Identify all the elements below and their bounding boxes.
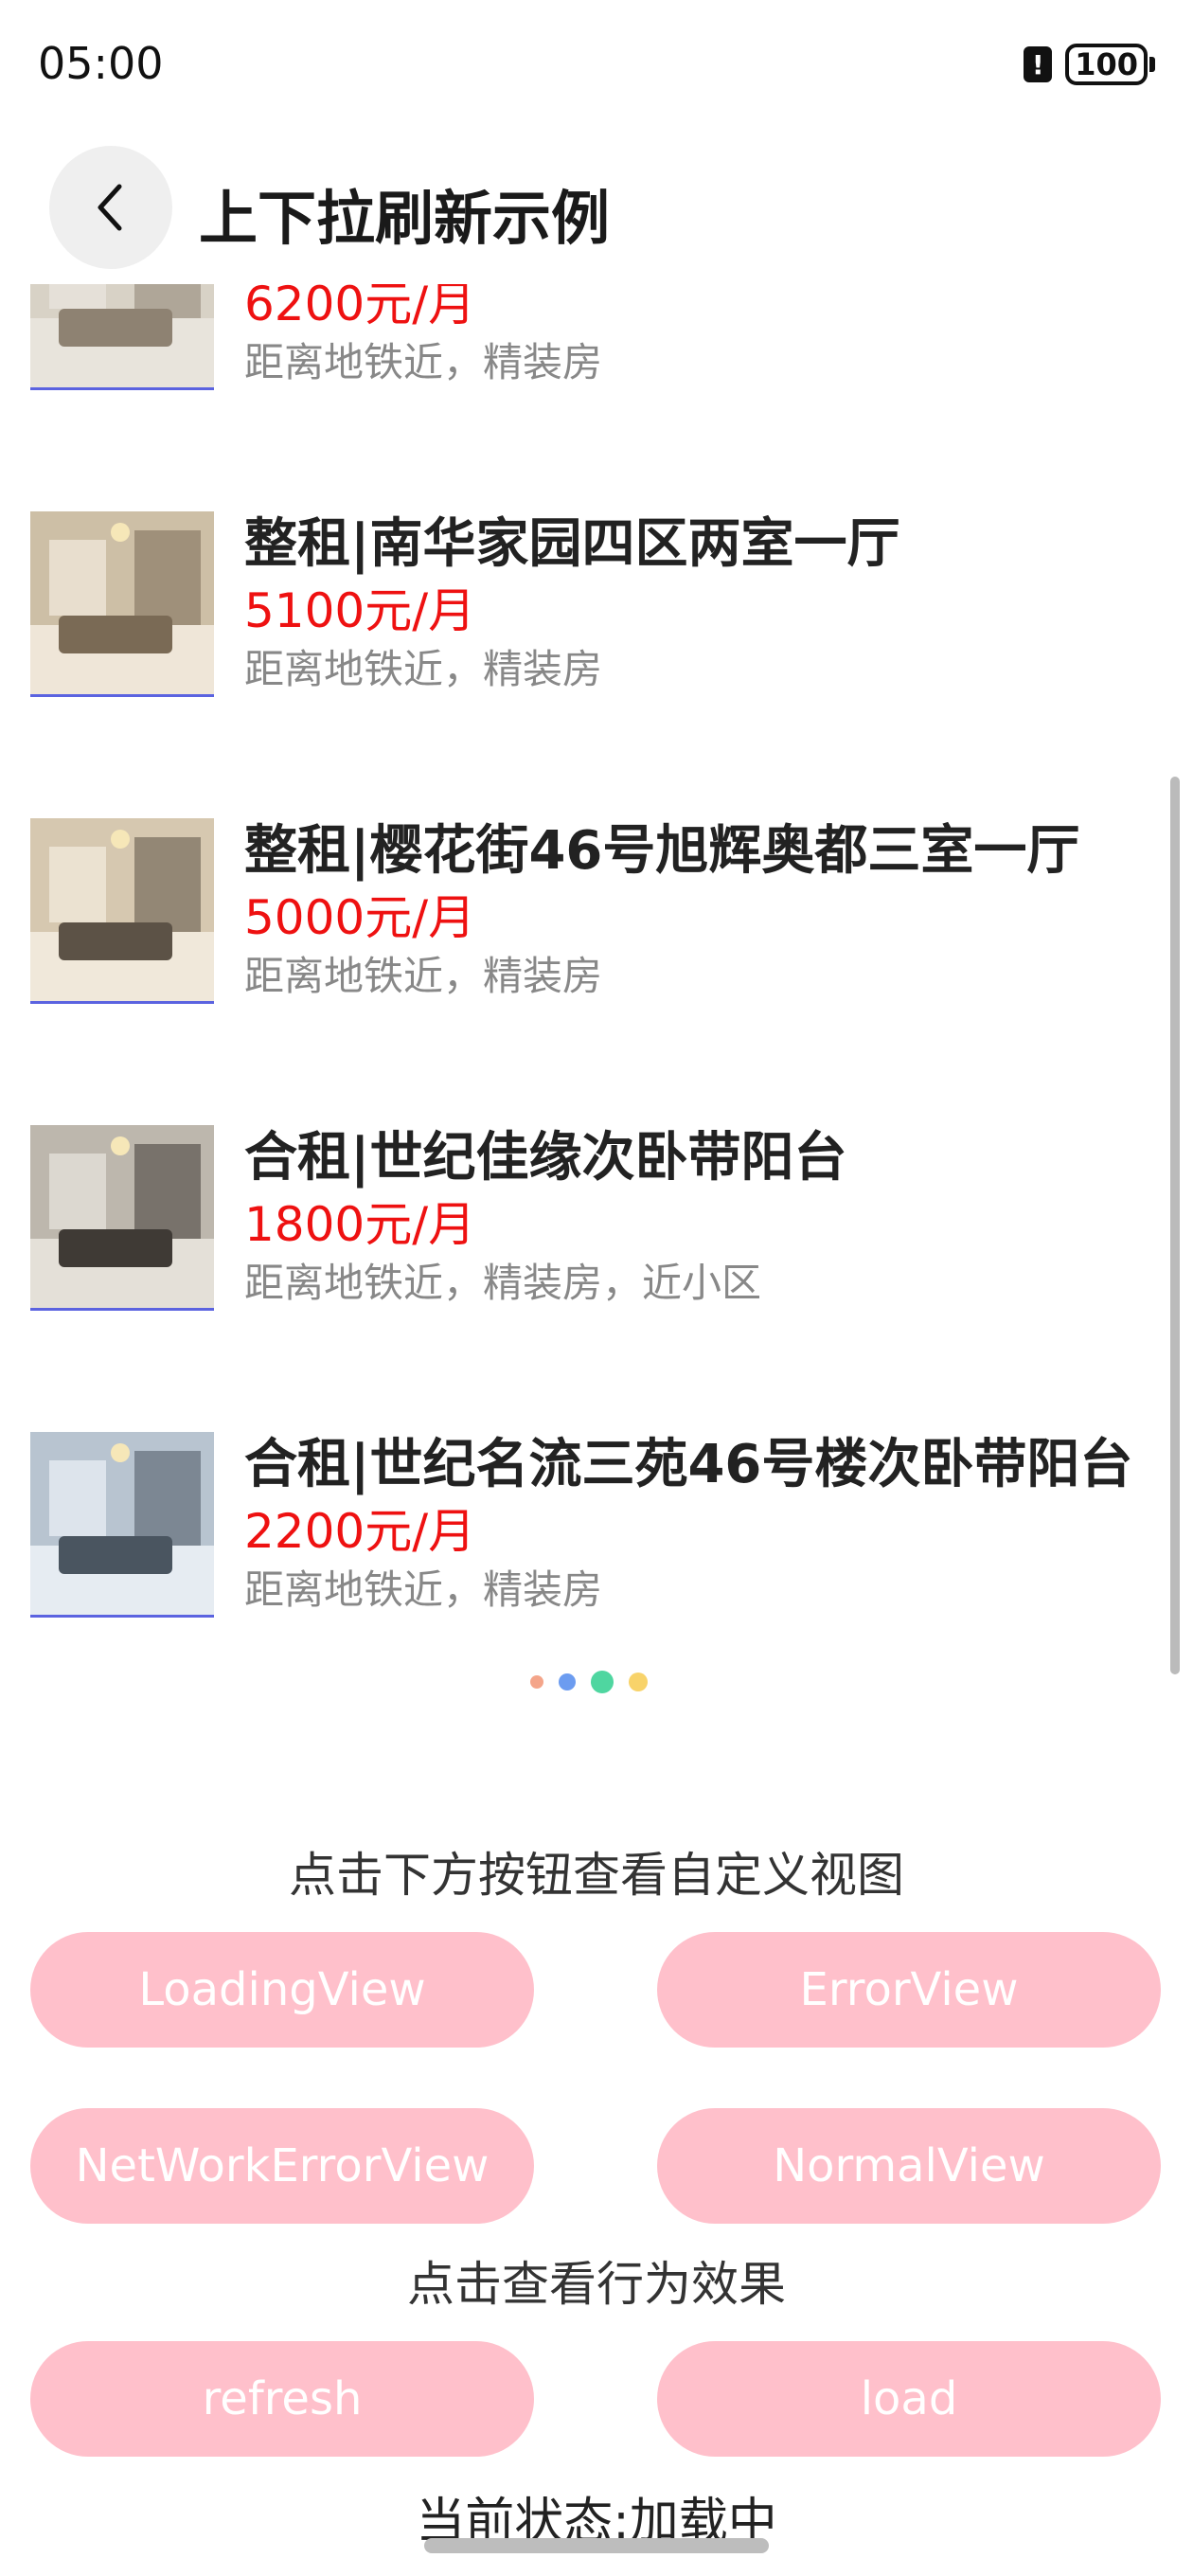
behavior-label: 点击查看行为效果 <box>407 2257 786 2312</box>
listing-price: 2200元/月 <box>244 1504 476 1559</box>
loading-indicator <box>530 1671 648 1693</box>
listing-item[interactable]: 6200元/月 距离地铁近，精装房 <box>0 284 1193 403</box>
listing-thumbnail <box>30 1432 214 1618</box>
refresh-button[interactable]: refresh <box>30 2341 534 2457</box>
alert-icon: ! <box>1024 46 1053 82</box>
custom-view-label: 点击下方按钮查看自定义视图 <box>289 1848 904 1903</box>
listing-thumbnail <box>30 511 214 697</box>
listing-item[interactable]: 整租|南华家园四区两室一厅 5100元/月 距离地铁近，精装房 <box>0 511 1193 710</box>
error-view-button[interactable]: ErrorView <box>657 1932 1161 2048</box>
listing-price: 5100元/月 <box>244 583 476 638</box>
listing-title: 整租|南华家园四区两室一厅 <box>244 513 900 575</box>
loading-dot <box>629 1673 648 1691</box>
listing-item[interactable]: 整租|樱花街46号旭辉奥都三室一厅 5000元/月 距离地铁近，精装房 <box>0 818 1193 1017</box>
listing-thumbnail <box>30 1125 214 1311</box>
battery-icon: 100 <box>1065 44 1155 85</box>
listing-title: 整租|樱花街46号旭辉奥都三室一厅 <box>244 820 1080 882</box>
status-icons: ! 100 <box>1024 44 1155 85</box>
listing-description: 距离地铁近，精装房 <box>244 339 603 385</box>
listing-price: 5000元/月 <box>244 890 476 945</box>
status-bar: 05:00 ! 100 <box>0 0 1193 133</box>
listing-description: 距离地铁近，精装房 <box>244 1566 603 1613</box>
listing-title: 合租|世纪名流三苑46号楼次卧带阳台 <box>244 1434 1133 1495</box>
status-time: 05:00 <box>38 38 164 89</box>
loading-dot <box>530 1675 543 1689</box>
load-button[interactable]: load <box>657 2341 1161 2457</box>
listing-thumbnail <box>30 818 214 1004</box>
listing-description: 距离地铁近，精装房 <box>244 953 603 999</box>
normal-view-button[interactable]: NormalView <box>657 2108 1161 2224</box>
listing-item[interactable]: 合租|世纪佳缘次卧带阳台 1800元/月 距离地铁近，精装房，近小区 <box>0 1125 1193 1324</box>
loading-dot <box>591 1671 614 1693</box>
network-error-view-button[interactable]: NetWorkErrorView <box>30 2108 534 2224</box>
loading-view-button[interactable]: LoadingView <box>30 1932 534 2048</box>
listing-price: 6200元/月 <box>244 284 476 331</box>
page-title: 上下拉刷新示例 <box>199 184 611 253</box>
back-button[interactable] <box>49 146 172 269</box>
chevron-left-icon <box>98 184 122 231</box>
listing-price: 1800元/月 <box>244 1197 476 1252</box>
battery-tip <box>1149 57 1155 72</box>
listing-list[interactable]: 6200元/月 距离地铁近，精装房 整租|南华家园四区两室一厅 5100元/月 … <box>0 284 1193 1695</box>
listing-item[interactable]: 合租|世纪名流三苑46号楼次卧带阳台 2200元/月 距离地铁近，精装房 <box>0 1432 1193 1631</box>
loading-dot <box>559 1673 576 1690</box>
nav-bar: 上下拉刷新示例 <box>0 133 1193 275</box>
listing-thumbnail <box>30 284 214 390</box>
listing-description: 距离地铁近，精装房，近小区 <box>244 1260 762 1306</box>
battery-level: 100 <box>1065 44 1148 85</box>
scrollbar[interactable] <box>1170 777 1180 1674</box>
listing-description: 距离地铁近，精装房 <box>244 646 603 692</box>
listing-title: 合租|世纪佳缘次卧带阳台 <box>244 1127 847 1189</box>
home-indicator[interactable] <box>424 2538 769 2553</box>
